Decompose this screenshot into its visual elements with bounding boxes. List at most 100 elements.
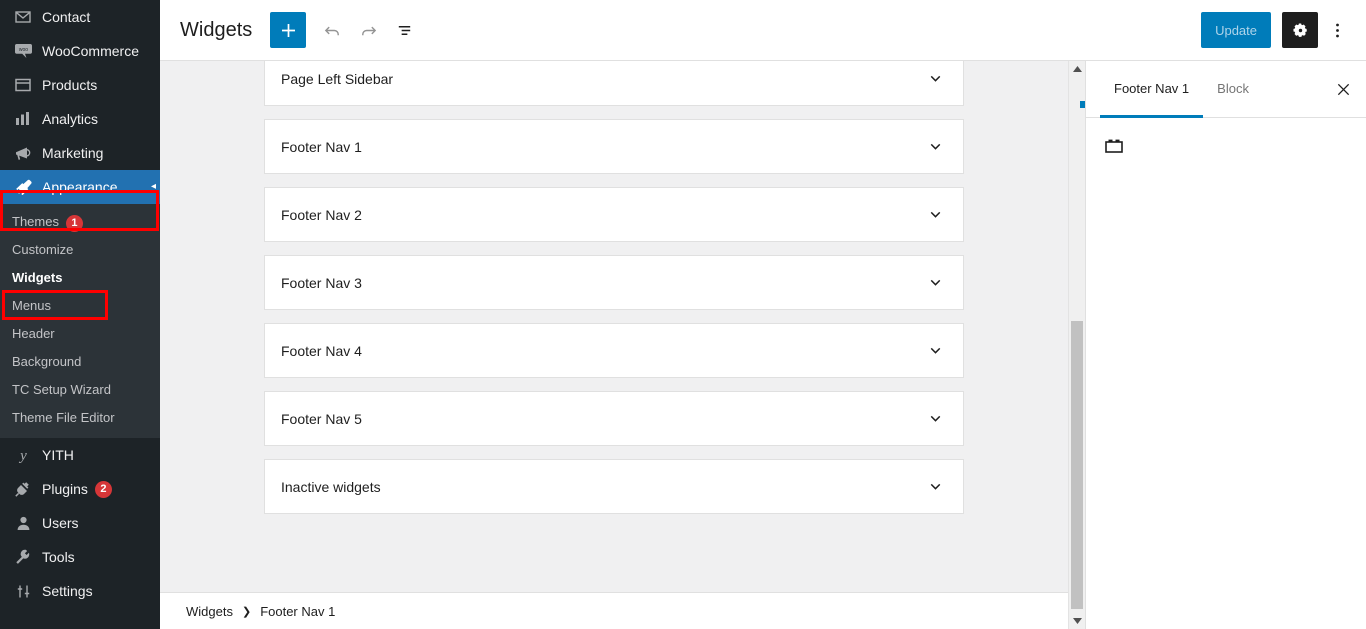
- sidebar-item-header[interactable]: Header: [0, 320, 160, 348]
- analytics-icon: [12, 109, 34, 129]
- sidebar-item-theme-file-editor[interactable]: Theme File Editor: [0, 404, 160, 432]
- svg-text:woo: woo: [18, 47, 27, 53]
- undo-button[interactable]: Undo: [314, 12, 350, 48]
- sidebar-item-woocommerce[interactable]: woo WooCommerce: [0, 34, 160, 68]
- yith-icon: y: [12, 445, 34, 465]
- submenu-item-label: Header: [12, 326, 55, 341]
- widget-areas-canvas: Page Left Sidebar Footer Nav 1 Footer Na…: [160, 61, 1068, 592]
- sidebar-item-marketing[interactable]: Marketing: [0, 136, 160, 170]
- chevron-down-icon[interactable]: [923, 339, 947, 363]
- widget-area-title: Inactive widgets: [281, 478, 381, 495]
- envelope-icon: [12, 7, 34, 27]
- sidebar-item-products[interactable]: Products: [0, 68, 160, 102]
- submenu-item-label: Themes: [12, 214, 59, 229]
- chevron-right-icon: ❯: [241, 605, 252, 618]
- submenu-item-label: Background: [12, 354, 82, 369]
- sidebar-item-label: Appearance: [42, 179, 118, 195]
- sidebar-item-label: Users: [42, 515, 79, 531]
- plugins-update-badge: 2: [94, 480, 112, 498]
- redo-button[interactable]: Redo: [350, 12, 386, 48]
- list-view-button[interactable]: List View: [386, 12, 422, 48]
- widget-area-title: Footer Nav 4: [281, 342, 362, 359]
- sidebar-item-appearance[interactable]: Appearance ◂: [0, 170, 160, 204]
- themes-update-badge: 1: [65, 214, 83, 232]
- users-icon: [12, 513, 34, 533]
- widget-area-row[interactable]: Footer Nav 3: [264, 255, 964, 310]
- close-icon[interactable]: [1320, 61, 1366, 117]
- options-menu-button[interactable]: Options: [1322, 12, 1352, 48]
- sidebar-item-settings[interactable]: Settings: [0, 574, 160, 608]
- settings-button[interactable]: Settings: [1282, 12, 1318, 48]
- woocommerce-icon: woo: [12, 41, 34, 61]
- submenu-item-label: Widgets: [12, 270, 63, 285]
- breadcrumb-root[interactable]: Widgets: [186, 604, 233, 619]
- sidebar-item-tools[interactable]: Tools: [0, 540, 160, 574]
- scrollbar-thumb[interactable]: [1071, 321, 1083, 609]
- widget-area-row[interactable]: Page Left Sidebar: [264, 61, 964, 106]
- widget-area-title: Footer Nav 3: [281, 274, 362, 291]
- editor-body: Page Left Sidebar Footer Nav 1 Footer Na…: [160, 61, 1366, 629]
- editor-canvas-wrap: Page Left Sidebar Footer Nav 1 Footer Na…: [160, 61, 1068, 629]
- scroll-up-arrow-icon[interactable]: [1069, 61, 1085, 78]
- sidebar-item-label: Analytics: [42, 111, 99, 127]
- sidebar-item-tc-setup-wizard[interactable]: TC Setup Wizard: [0, 376, 160, 404]
- widget-area-row[interactable]: Footer Nav 4: [264, 323, 964, 378]
- canvas-scrollbar[interactable]: [1068, 61, 1085, 629]
- sidebar-item-widgets[interactable]: Widgets: [0, 264, 160, 292]
- sidebar-item-users[interactable]: Users: [0, 506, 160, 540]
- submenu-item-label: Theme File Editor: [12, 410, 115, 425]
- sidebar-item-yith[interactable]: y YITH: [0, 438, 160, 472]
- sidebar-item-menus[interactable]: Menus: [0, 292, 160, 320]
- sidebar-item-label: Marketing: [42, 145, 104, 161]
- widget-area-title: Footer Nav 2: [281, 206, 362, 223]
- tab-block[interactable]: Block: [1203, 61, 1263, 118]
- sidebar-item-label: WooCommerce: [42, 43, 139, 59]
- sidebar-item-background[interactable]: Background: [0, 348, 160, 376]
- add-block-button[interactable]: Add block: [270, 12, 307, 48]
- page-title: Widgets: [180, 18, 253, 41]
- scroll-down-arrow-icon[interactable]: [1069, 612, 1085, 629]
- sidebar-item-contact[interactable]: Contact: [0, 0, 160, 34]
- chevron-down-icon[interactable]: [923, 407, 947, 431]
- admin-sidebar: Contact woo WooCommerce Products Analyti…: [0, 0, 160, 629]
- svg-text:y: y: [18, 448, 27, 463]
- sidebar-item-label: Contact: [42, 9, 91, 25]
- submenu-item-label: Customize: [12, 242, 74, 257]
- update-button[interactable]: Update: [1201, 12, 1271, 48]
- widget-area-title: Footer Nav 1: [281, 138, 362, 155]
- inspector-content: [1086, 118, 1366, 629]
- sidebar-item-plugins[interactable]: Plugins 2: [0, 472, 160, 506]
- chevron-down-icon[interactable]: [923, 135, 947, 159]
- plug-icon: [12, 479, 34, 499]
- sidebar-item-label: Settings: [42, 583, 93, 599]
- megaphone-icon: [12, 143, 34, 163]
- widget-area-title: Footer Nav 5: [281, 410, 362, 427]
- tab-footer-nav-1[interactable]: Footer Nav 1: [1100, 61, 1204, 118]
- chevron-down-icon[interactable]: [923, 271, 947, 295]
- sidebar-item-themes[interactable]: Themes 1: [0, 208, 160, 236]
- breadcrumb-current[interactable]: Footer Nav 1: [260, 604, 335, 619]
- sidebar-item-label: Plugins: [42, 481, 88, 497]
- widget-area-row[interactable]: Footer Nav 5: [264, 391, 964, 446]
- inspector-tabs: Footer Nav 1 Block: [1086, 61, 1366, 118]
- sidebar-item-label: Products: [42, 77, 98, 93]
- products-icon: [12, 75, 34, 95]
- chevron-down-icon[interactable]: [923, 203, 947, 227]
- scroll-position-marker: [1080, 101, 1085, 108]
- widget-area-title: Page Left Sidebar: [281, 70, 394, 87]
- submenu-item-label: TC Setup Wizard: [12, 382, 111, 397]
- sidebar-item-analytics[interactable]: Analytics: [0, 102, 160, 136]
- submenu-arrow-icon: ◂: [150, 181, 156, 192]
- sidebar-item-customize[interactable]: Customize: [0, 236, 160, 264]
- widget-area-row[interactable]: Footer Nav 2: [264, 187, 964, 242]
- widget-area-row[interactable]: Inactive widgets: [264, 459, 964, 514]
- chevron-down-icon[interactable]: [923, 475, 947, 499]
- paintbrush-icon: [12, 177, 34, 197]
- settings-icon: [12, 581, 34, 601]
- chevron-down-icon[interactable]: [923, 67, 947, 91]
- widget-block-icon: [1102, 134, 1126, 158]
- widget-area-row[interactable]: Footer Nav 1: [264, 119, 964, 174]
- wordpress-widgets-screen: Contact woo WooCommerce Products Analyti…: [0, 0, 1366, 629]
- inspector-panel: Footer Nav 1 Block: [1085, 61, 1366, 629]
- breadcrumb: Widgets ❯ Footer Nav 1: [160, 592, 1068, 629]
